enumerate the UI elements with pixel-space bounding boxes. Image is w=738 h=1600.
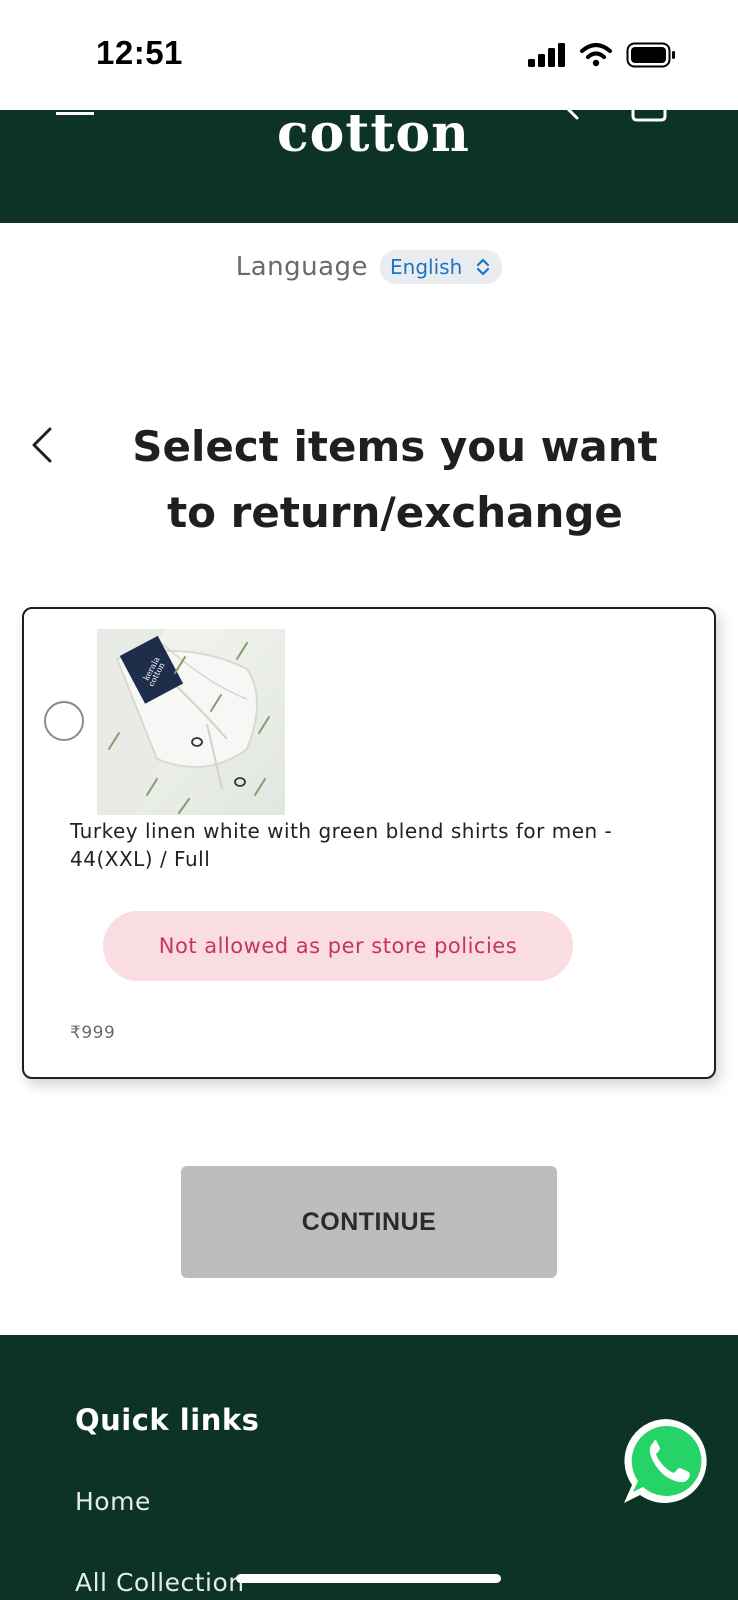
status-time: 12:51 [96,34,183,71]
logo-text: cotton [277,110,470,164]
page-title-line-2: to return/exchange [167,488,623,537]
site-footer: Quick links Home All Collection [0,1335,738,1600]
page-title-line-1: Select items you want [132,422,658,471]
product-title: Turkey linen white with green blend shir… [70,819,613,871]
signal-icon [528,43,565,67]
item-select-radio[interactable] [44,701,84,741]
footer-link-all-collection[interactable]: All Collection [75,1568,245,1597]
page-title: Select items you want to return/exchange [110,414,680,546]
product-image: kerala cotton [97,629,285,815]
back-chevron-icon[interactable] [28,425,58,465]
continue-button[interactable]: CONTINUE [181,1166,557,1278]
cart-icon[interactable] [630,110,668,122]
language-value: English [390,255,463,279]
battery-icon [626,42,675,68]
site-header: cotton [0,110,738,223]
language-label: Language [235,252,369,282]
status-bar: 12:51 [0,0,738,110]
language-select[interactable]: English [380,250,503,284]
shirt-photo: kerala cotton [97,629,285,815]
language-selector-row: Language English [0,250,738,284]
footer-heading: Quick links [75,1403,260,1437]
brand-logo[interactable]: cotton [277,110,470,164]
status-icons [528,40,676,70]
whatsapp-icon[interactable] [620,1415,712,1507]
chevron-updown-icon [477,258,490,276]
return-item-card[interactable]: kerala cotton Turkey linen white with gr… [22,607,716,1079]
menu-icon[interactable] [56,110,94,118]
policy-message: Not allowed as per store policies [158,934,518,958]
policy-warning-badge: Not allowed as per store policies [103,911,573,981]
search-icon[interactable] [555,110,587,122]
home-indicator[interactable] [236,1574,501,1583]
item-price: ₹999 [70,1023,116,1043]
wifi-icon [580,43,612,67]
footer-link-home[interactable]: Home [75,1487,151,1516]
